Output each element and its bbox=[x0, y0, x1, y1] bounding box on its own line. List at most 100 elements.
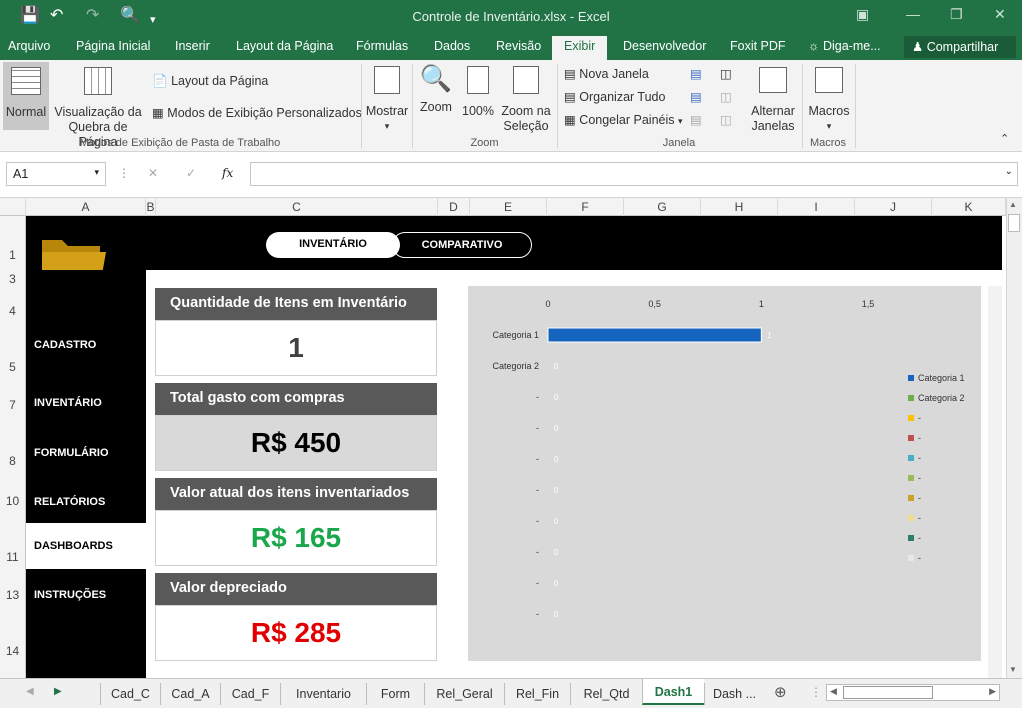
tab-layout[interactable]: Layout da Página bbox=[236, 39, 333, 53]
zoom-button[interactable]: 🔍 Zoom bbox=[416, 62, 456, 115]
nav-relatorios[interactable]: RELATÓRIOS bbox=[26, 479, 146, 525]
ribbon-display-icon[interactable]: ▣ bbox=[856, 6, 869, 23]
comparison-toggle-button[interactable]: COMPARATIVO bbox=[392, 232, 532, 258]
tab-splitter-icon[interactable]: ⋮ bbox=[810, 685, 822, 699]
freeze-panes-button[interactable]: ▦ Congelar Painéis ▾ bbox=[564, 112, 683, 127]
prev-sheet-icon[interactable]: ◀ bbox=[26, 686, 34, 697]
scroll-down-icon[interactable]: ▼ bbox=[1009, 665, 1017, 674]
reset-position-icon[interactable]: ◫ bbox=[720, 112, 732, 127]
tab-formulas[interactable]: Fórmulas bbox=[356, 39, 408, 53]
column-header[interactable]: I bbox=[778, 198, 855, 216]
worksheet[interactable]: INVENTÁRIO COMPARATIVO CADASTRO INVENTÁR… bbox=[26, 216, 1002, 678]
sheet-tab[interactable]: Form bbox=[366, 683, 424, 705]
minimize-icon[interactable]: — bbox=[906, 6, 920, 22]
sheet-tab[interactable]: Dash ... bbox=[704, 683, 764, 705]
inventory-toggle-button[interactable]: INVENTÁRIO bbox=[266, 232, 400, 258]
switch-windows-button[interactable]: Alternar Janelas bbox=[746, 62, 800, 134]
column-header[interactable]: A bbox=[26, 198, 146, 216]
show-button[interactable]: Mostrar ▾ bbox=[364, 62, 410, 134]
row-header[interactable]: 4 bbox=[0, 304, 25, 318]
legend-swatch bbox=[908, 495, 914, 501]
row-header[interactable]: 1 bbox=[0, 248, 25, 262]
column-header[interactable]: F bbox=[547, 198, 624, 216]
scroll-left-icon[interactable]: ◀ bbox=[830, 686, 837, 697]
hide-icon[interactable]: ▤ bbox=[690, 89, 702, 104]
collapse-ribbon-icon[interactable]: ⌃ bbox=[1000, 132, 1009, 145]
row-header[interactable]: 7 bbox=[0, 398, 25, 412]
side-by-side-icon[interactable]: ◫ bbox=[720, 66, 732, 81]
sheet-tab[interactable]: Rel_Geral bbox=[424, 683, 504, 705]
zoom-label: Zoom bbox=[420, 100, 452, 114]
row-header[interactable]: 14 bbox=[0, 644, 25, 658]
zoom-selection-button[interactable]: Zoom na Seleção bbox=[498, 62, 554, 134]
cancel-icon[interactable]: ✕ bbox=[148, 166, 158, 180]
column-header[interactable]: C bbox=[156, 198, 438, 216]
column-header[interactable]: B bbox=[146, 198, 156, 216]
enter-icon[interactable]: ✓ bbox=[186, 166, 196, 180]
row-header[interactable]: 3 bbox=[0, 272, 25, 286]
row-header[interactable]: 13 bbox=[0, 588, 25, 602]
tab-foxit[interactable]: Foxit PDF bbox=[730, 39, 786, 53]
tab-inserir[interactable]: Inserir bbox=[175, 39, 210, 53]
page-break-icon bbox=[84, 67, 112, 95]
new-window-button[interactable]: ▤ Nova Janela bbox=[564, 66, 649, 81]
scroll-up-icon[interactable]: ▲ bbox=[1009, 200, 1017, 209]
column-header[interactable]: J bbox=[855, 198, 932, 216]
nav-inventario[interactable]: INVENTÁRIO bbox=[26, 380, 146, 426]
page-layout-view-button[interactable]: 📄 Layout da Página bbox=[152, 74, 268, 89]
row-header[interactable]: 10 bbox=[0, 494, 25, 508]
bar-chart[interactable]: 0 0,5 1 1,5 Categoria 1 1 Categoria 2 0 - 0 - 0 - 0 - 0… bbox=[468, 286, 981, 661]
insert-function-icon[interactable]: fx bbox=[222, 166, 233, 180]
maximize-icon[interactable]: ❐ bbox=[950, 6, 963, 23]
macros-button[interactable]: Macros ▾ bbox=[806, 62, 852, 134]
tab-exibir[interactable]: Exibir bbox=[552, 36, 608, 60]
scroll-right-icon[interactable]: ▶ bbox=[989, 686, 996, 697]
tell-me-box[interactable]: ☼ Diga-me... bbox=[808, 39, 881, 53]
sheet-tab[interactable]: Cad_F bbox=[220, 683, 280, 705]
arrange-all-button[interactable]: ▤ Organizar Tudo bbox=[564, 89, 665, 104]
macros-group-label: Macros bbox=[809, 137, 847, 149]
sheet-tab[interactable]: Rel_Qtd bbox=[570, 683, 642, 705]
zoom-100-button[interactable]: 100% bbox=[460, 62, 496, 119]
column-header[interactable]: D bbox=[438, 198, 470, 216]
tab-revisao[interactable]: Revisão bbox=[496, 39, 541, 53]
column-header[interactable]: E bbox=[470, 198, 547, 216]
nav-dashboards[interactable]: DASHBOARDS bbox=[26, 523, 146, 569]
sheet-tab[interactable]: Cad_A bbox=[160, 683, 220, 705]
sheet-tab[interactable]: Inventario bbox=[280, 683, 366, 705]
sheet-tab[interactable]: Cad_C bbox=[100, 683, 160, 705]
tab-pagina-inicial[interactable]: Página Inicial bbox=[76, 39, 150, 53]
sync-scroll-icon[interactable]: ◫ bbox=[720, 89, 732, 104]
horizontal-scrollbar[interactable]: ◀ ▶ bbox=[826, 684, 1000, 701]
share-button[interactable]: ♟ Compartilhar bbox=[904, 36, 1016, 58]
arrange-all-label: Organizar Tudo bbox=[579, 90, 666, 104]
row-header[interactable]: 8 bbox=[0, 454, 25, 468]
formula-input[interactable]: ⌄ bbox=[250, 162, 1018, 186]
custom-views-button[interactable]: ▦ Modos de Exibição Personalizados bbox=[152, 105, 362, 120]
scroll-thumb[interactable] bbox=[1008, 214, 1020, 232]
column-header[interactable]: H bbox=[701, 198, 778, 216]
close-icon[interactable]: ✕ bbox=[994, 6, 1006, 23]
split-icon[interactable]: ▤ bbox=[690, 66, 702, 81]
hscroll-thumb[interactable] bbox=[843, 686, 933, 699]
normal-view-button[interactable]: Normal bbox=[3, 62, 49, 130]
category-label: - bbox=[536, 423, 539, 433]
row-header[interactable]: 5 bbox=[0, 360, 25, 374]
column-header[interactable]: K bbox=[932, 198, 1006, 216]
tab-dados[interactable]: Dados bbox=[434, 39, 470, 53]
vertical-scrollbar[interactable]: ▲ ▼ bbox=[1006, 198, 1022, 678]
sheet-tab[interactable]: Rel_Fin bbox=[504, 683, 570, 705]
sheet-tab-active[interactable]: Dash1 bbox=[642, 679, 704, 705]
nav-instrucoes[interactable]: INSTRUÇÕES bbox=[26, 572, 146, 618]
name-box[interactable]: A1 ▾ bbox=[6, 162, 106, 186]
unhide-icon[interactable]: ▤ bbox=[690, 112, 702, 127]
select-all-corner[interactable] bbox=[0, 198, 26, 216]
column-header[interactable]: G bbox=[624, 198, 701, 216]
next-sheet-icon[interactable]: ▶ bbox=[54, 686, 62, 697]
row-header[interactable]: 11 bbox=[0, 550, 25, 564]
add-sheet-icon[interactable]: ⊕ bbox=[774, 683, 787, 701]
tab-desenvolvedor[interactable]: Desenvolvedor bbox=[623, 39, 706, 53]
tab-arquivo[interactable]: Arquivo bbox=[8, 39, 50, 53]
nav-cadastro[interactable]: CADASTRO bbox=[26, 322, 146, 368]
nav-formulario[interactable]: FORMULÁRIO bbox=[26, 430, 146, 476]
